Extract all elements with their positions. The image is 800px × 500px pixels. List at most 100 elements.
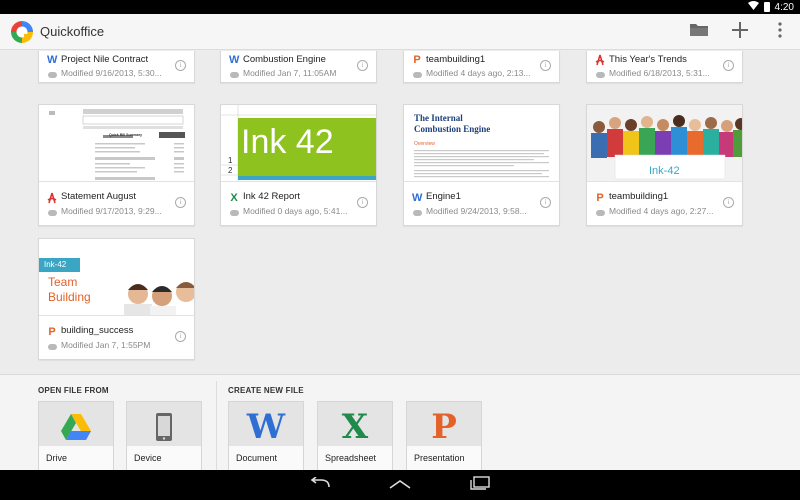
file-name: Engine1 — [426, 191, 461, 202]
file-modified: Modified 9/16/2013, 5:30... — [61, 68, 162, 78]
file-modified: Modified 0 days ago, 5:41... — [243, 206, 348, 216]
thumbnail-ink42-text: Ink 42 — [241, 123, 334, 161]
recent-files-grid: W Project Nile Contract Modified 9/16/20… — [0, 51, 800, 373]
presentation-file-icon: P — [596, 192, 604, 204]
open-file-from-label: OPEN FILE FROM — [38, 386, 109, 395]
thumbnail-title: Quick Bill Summary — [109, 133, 143, 137]
create-spreadsheet-button[interactable]: X Spreadsheet — [317, 401, 393, 471]
create-presentation-button[interactable]: P Presentation — [406, 401, 482, 471]
file-thumbnail: Quick Bill Summary — [39, 105, 194, 182]
info-icon[interactable]: i — [175, 331, 186, 342]
thumbnail-banner: Ink-42 — [649, 165, 680, 177]
thumbnail-title: Building — [48, 290, 91, 304]
tile-label: Drive — [39, 446, 113, 470]
info-icon[interactable]: i — [723, 60, 734, 71]
drive-icon — [39, 406, 113, 448]
file-name: building_success — [61, 325, 134, 336]
file-modified: Modified 4 days ago, 2:13... — [426, 68, 531, 78]
file-thumbnail: The Internal Combustion Engine Overview — [404, 105, 559, 182]
cloud-icon — [230, 210, 239, 216]
home-button[interactable] — [380, 474, 420, 496]
file-thumbnail: Ink-42 — [587, 105, 742, 182]
file-name: Ink 42 Report — [243, 191, 301, 202]
word-file-icon: W — [47, 54, 58, 66]
section-divider — [216, 381, 217, 471]
file-modified: Modified Jan 7, 1:55PM — [61, 340, 151, 350]
home-icon — [388, 476, 412, 494]
cloud-icon — [596, 72, 605, 78]
create-new-file-label: CREATE NEW FILE — [228, 386, 304, 395]
file-modified: Modified 6/18/2013, 5:31... — [609, 68, 710, 78]
info-icon[interactable]: i — [540, 60, 551, 71]
clock: 4:20 — [774, 1, 794, 13]
status-bar: 4:20 — [0, 0, 800, 14]
pdf-file-icon — [595, 54, 605, 66]
battery-icon — [763, 2, 770, 12]
status-icons: 4:20 — [747, 1, 794, 13]
file-name: Combustion Engine — [243, 54, 326, 65]
overflow-menu-button[interactable] — [766, 18, 794, 46]
more-vert-icon — [778, 21, 782, 43]
cloud-icon — [48, 344, 57, 350]
info-icon[interactable]: i — [723, 197, 734, 208]
word-file-icon: W — [229, 54, 240, 66]
file-modified: Modified 9/24/2013, 9:58... — [426, 206, 527, 216]
back-icon — [309, 476, 331, 494]
file-name: teambuilding1 — [426, 54, 486, 65]
file-card[interactable]: The Internal Combustion Engine Overview … — [403, 104, 560, 226]
info-icon[interactable]: i — [175, 197, 186, 208]
open-from-drive-button[interactable]: Drive — [38, 401, 114, 471]
open-from-device-button[interactable]: Device — [126, 401, 202, 471]
wifi-icon — [747, 1, 759, 13]
cloud-icon — [48, 72, 57, 78]
file-modified: Modified 4 days ago, 2:27... — [609, 206, 714, 216]
presentation-file-icon: P — [48, 326, 56, 338]
bottom-panel: OPEN FILE FROM CREATE NEW FILE Drive Dev… — [0, 374, 800, 471]
cloud-icon — [596, 210, 605, 216]
cloud-icon — [48, 210, 57, 216]
app-title: Quickoffice — [40, 24, 105, 39]
file-thumbnail: Ink 42 1 2 — [221, 105, 376, 182]
navigation-bar — [0, 470, 800, 500]
quickoffice-logo-icon — [9, 19, 35, 45]
tile-label: Device — [127, 446, 201, 470]
create-document-button[interactable]: W Document — [228, 401, 304, 471]
info-icon[interactable]: i — [175, 60, 186, 71]
file-card[interactable]: W Combustion Engine Modified Jan 7, 11:0… — [220, 51, 377, 83]
info-icon[interactable]: i — [357, 60, 368, 71]
file-name: This Year's Trends — [609, 54, 687, 65]
cloud-icon — [413, 72, 422, 78]
file-card[interactable]: Ink-42 P teambuilding1 Modified 4 days a… — [586, 104, 743, 226]
file-modified: Modified 9/17/2013, 9:29... — [61, 206, 162, 216]
row-number: 2 — [228, 166, 233, 175]
spreadsheet-file-icon: X — [230, 192, 238, 204]
thumbnail-title: Team — [48, 275, 78, 289]
file-card[interactable]: P teambuilding1 Modified 4 days ago, 2:1… — [403, 51, 560, 83]
file-modified: Modified Jan 7, 11:05AM — [243, 68, 337, 78]
file-name: Statement August — [61, 191, 136, 202]
info-icon[interactable]: i — [357, 197, 368, 208]
tile-label: Spreadsheet — [318, 446, 392, 470]
file-card[interactable]: W Project Nile Contract Modified 9/16/20… — [38, 51, 195, 83]
presentation-file-icon: P — [413, 54, 421, 66]
cloud-icon — [413, 210, 422, 216]
people-photo-image — [124, 282, 194, 315]
recent-apps-button[interactable] — [460, 474, 500, 496]
back-button[interactable] — [300, 474, 340, 496]
word-file-icon: W — [412, 192, 423, 204]
cloud-icon — [230, 72, 239, 78]
file-card[interactable]: Ink 42 1 2 X Ink 42 Report Modified 0 da… — [220, 104, 377, 226]
file-card[interactable]: Quick Bill Summary Statement August Modi… — [38, 104, 195, 226]
file-card[interactable]: Ink-42 Team Building P building_success … — [38, 238, 195, 360]
action-bar: Quickoffice — [0, 14, 800, 50]
folder-icon — [689, 22, 709, 42]
info-icon[interactable]: i — [540, 197, 551, 208]
open-folder-button[interactable] — [685, 18, 713, 46]
tile-label: Presentation — [407, 446, 481, 470]
spreadsheet-icon: X — [341, 407, 369, 447]
presentation-icon: P — [431, 407, 457, 447]
new-file-button[interactable] — [726, 18, 754, 46]
plus-icon — [732, 21, 748, 43]
file-thumbnail: Ink-42 Team Building — [39, 239, 194, 316]
file-card[interactable]: This Year's Trends Modified 6/18/2013, 5… — [586, 51, 743, 83]
